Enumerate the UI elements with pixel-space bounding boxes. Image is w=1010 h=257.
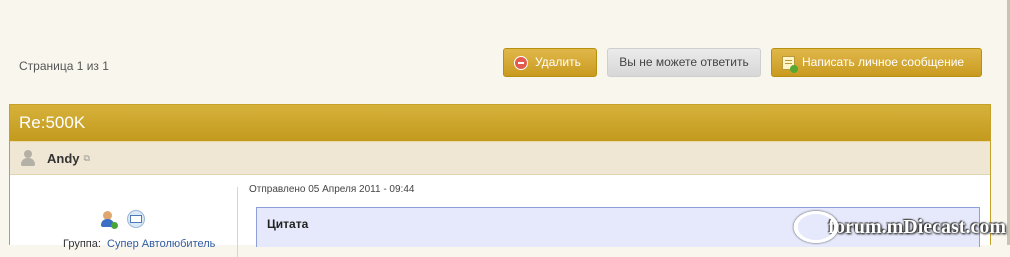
site-watermark: forum.mDiecast.com — [793, 211, 1006, 243]
pagination-label: Страница 1 из 1 — [19, 59, 109, 73]
user-add-icon[interactable] — [99, 210, 118, 229]
watermark-logo-icon — [793, 211, 839, 243]
send-pm-label: Написать личное сообщение — [802, 55, 965, 69]
cannot-reply-button[interactable]: Вы не можете ответить — [607, 48, 761, 77]
post-date: Отправлено 05 Апреля 2011 - 09:44 — [249, 184, 415, 195]
delete-button-label: Удалить — [535, 55, 581, 69]
mail-icon[interactable] — [127, 210, 145, 228]
group-value: Супер Автолюбитель — [107, 238, 216, 250]
external-link-icon[interactable]: ⧉ — [84, 153, 90, 164]
group-label: Группа: — [63, 238, 101, 250]
watermark-text: forum.mDiecast.com — [828, 215, 1006, 238]
author-group: Группа: Супер Автолюбитель — [63, 238, 215, 250]
column-divider — [237, 187, 238, 257]
message-add-icon — [782, 55, 798, 73]
author-name-link[interactable]: Andy — [47, 151, 80, 166]
cannot-reply-label: Вы не можете ответить — [619, 55, 749, 69]
quote-label: Цитата — [267, 217, 309, 231]
post-title: Re:500K — [10, 105, 990, 141]
send-pm-button[interactable]: Написать личное сообщение — [771, 48, 982, 77]
author-bar: Andy ⧉ — [10, 141, 990, 175]
avatar-icon — [21, 150, 35, 166]
delete-icon — [514, 55, 528, 70]
delete-button[interactable]: Удалить — [503, 48, 597, 77]
